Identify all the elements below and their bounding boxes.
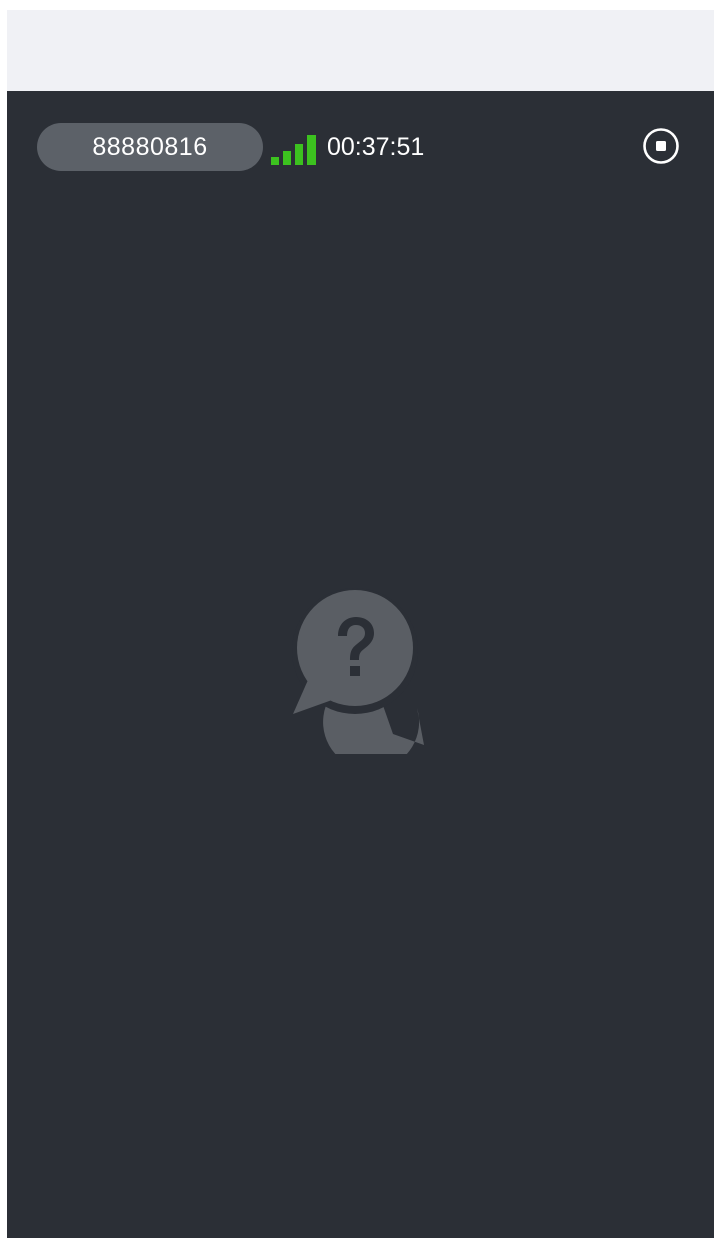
signal-strength-icon	[271, 135, 316, 165]
video-stage: 88880816 00:37:51	[7, 91, 714, 1238]
status-bar-strip	[7, 10, 714, 91]
app-frame: 88880816 00:37:51	[7, 10, 714, 1238]
question-chat-bubbles-icon	[292, 588, 424, 754]
stop-record-button[interactable]	[641, 126, 681, 166]
call-timer: 00:37:51	[327, 133, 425, 161]
room-id-badge: 88880816	[37, 123, 263, 171]
